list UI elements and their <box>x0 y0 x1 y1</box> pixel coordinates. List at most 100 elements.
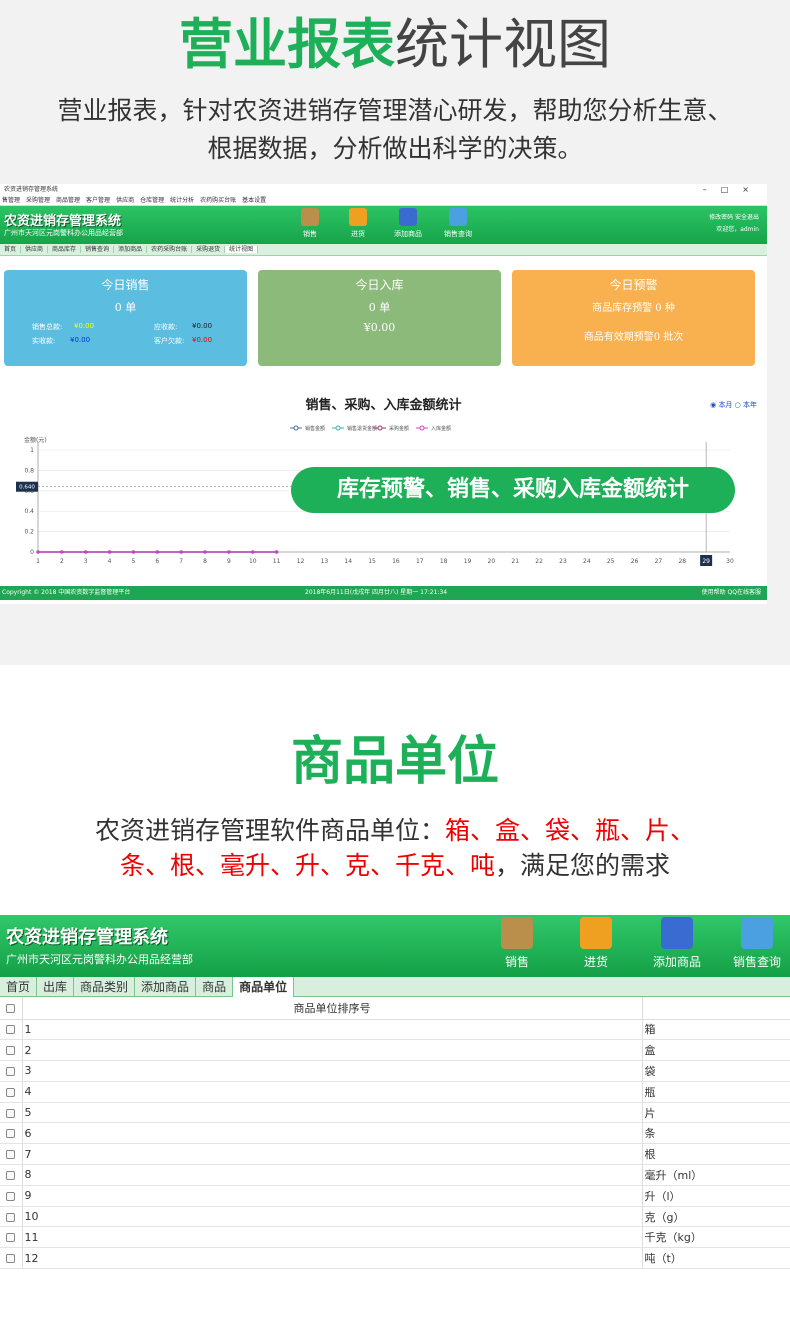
tab[interactable]: 商品单位 <box>233 977 295 997</box>
menu-item[interactable]: 农药购买台账 <box>200 197 236 204</box>
row-checkbox-cell[interactable] <box>0 1019 23 1041</box>
menu-item[interactable]: 客户管理 <box>86 197 110 204</box>
heading-green: 营业报表 <box>179 13 395 76</box>
tab[interactable]: 添加商品 <box>135 977 197 997</box>
tab[interactable]: 采购退货 <box>192 246 226 253</box>
period-year[interactable]: 本年 <box>743 401 757 409</box>
row-checkbox[interactable] <box>6 1233 16 1243</box>
x-tick-label: 3 <box>84 558 88 565</box>
row-checkbox[interactable] <box>6 1212 16 1222</box>
y-tick-label: 0.8 <box>24 467 34 474</box>
app-title: 农资进销存管理系统 <box>4 214 122 229</box>
status-help[interactable]: 使用帮助 QQ在线客服 <box>702 586 761 600</box>
row-checkbox[interactable] <box>6 1191 16 1201</box>
tool2-add-product[interactable]: 添加商品 <box>642 917 712 970</box>
table-row: 7根 <box>0 1143 790 1166</box>
row-checkbox[interactable] <box>6 1170 16 1180</box>
tab[interactable]: 商品库存 <box>48 246 82 253</box>
row-checkbox-cell[interactable] <box>0 1039 23 1062</box>
x-tick-label: 8 <box>203 558 207 565</box>
legend-marker <box>335 425 341 431</box>
units-line-2: 条、根、毫升、升、克、千克、吨，满足您的需求 <box>0 849 790 883</box>
row-checkbox[interactable] <box>6 1150 16 1160</box>
x-tick-label: 19 <box>464 558 472 565</box>
row-checkbox-cell[interactable] <box>0 1226 23 1249</box>
window-controls[interactable]: –□× <box>703 184 763 196</box>
x-tick-label: 2 <box>60 558 64 565</box>
y-axis-label: 金额(元) <box>24 436 47 444</box>
tab[interactable]: 添加商品 <box>114 246 148 253</box>
tab[interactable]: 商品类别 <box>74 977 136 997</box>
data-point <box>275 550 279 554</box>
tool2-sales[interactable]: 销售 <box>482 917 552 970</box>
tab-bar: 首页 供应商 商品库存 销售查询 添加商品 农药采购台账 采购退货 统计视图 <box>0 244 767 256</box>
user-box: 修改密码 安全退出 欢迎您，admin <box>709 212 759 236</box>
tab[interactable]: 销售查询 <box>81 246 115 253</box>
select-all-cell[interactable] <box>0 997 23 1020</box>
menu-item[interactable]: 统计分析 <box>170 197 194 204</box>
card-title: 今日销售 <box>101 278 150 292</box>
x-tick-label: 25 <box>607 558 615 565</box>
period-month[interactable]: 本月 <box>718 401 732 409</box>
legend-marker <box>419 425 425 431</box>
table-row: 3袋 <box>0 1060 790 1082</box>
row-checkbox[interactable] <box>6 1046 16 1056</box>
tab[interactable]: 统计视图 <box>225 246 259 253</box>
report-heading: 营业报表统计视图 <box>0 14 790 76</box>
menu-item[interactable]: 采购管理 <box>26 197 50 204</box>
menu-item[interactable]: 商品管理 <box>56 197 80 204</box>
row-unit-name: 箱 <box>642 1019 790 1041</box>
menu-item[interactable]: 售管理 <box>2 197 20 204</box>
row-checkbox-cell[interactable] <box>0 1164 23 1186</box>
row-checkbox-cell[interactable] <box>0 1060 23 1082</box>
row-checkbox[interactable] <box>6 1025 16 1035</box>
table-row: 9 升（l） <box>0 1185 790 1207</box>
row-checkbox-cell[interactable] <box>0 1247 23 1270</box>
tab[interactable]: 出库 <box>37 977 75 997</box>
status-datetime: 2018年6月11日(戊戌年 四月廿八) 星期一 17:21:34 <box>305 589 448 596</box>
user-links[interactable]: 修改密码 安全退出 <box>709 212 759 224</box>
tab[interactable]: 首页 <box>0 977 38 997</box>
select-all-checkbox[interactable] <box>6 1003 16 1013</box>
menu-item[interactable]: 仓库管理 <box>140 197 164 204</box>
tool2-purchase[interactable]: 进货 <box>561 917 631 970</box>
receivable-label: 应收款: <box>154 323 178 331</box>
units-table: 商品单位排序号 1 箱 2 盒 3 袋 4 瓶 5 片 6 条 7 根 8 毫升（ml） 9 升（l） 10 克（g）… <box>0 997 790 1270</box>
column-header-sort[interactable]: 商品单位排序号 <box>22 997 643 1020</box>
tool-label: 添加商品 <box>394 230 422 238</box>
x-tick-label: 24 <box>583 558 591 565</box>
row-checkbox-cell[interactable] <box>0 1185 23 1207</box>
status-copyright: Copyright © 2018 中国农资数字监督管理平台 <box>2 589 131 596</box>
app2-title: 农资进销存管理系统 <box>6 927 168 948</box>
row-checkbox[interactable] <box>6 1066 16 1076</box>
row-checkbox-cell[interactable] <box>0 1102 23 1124</box>
row-checkbox-cell[interactable] <box>0 1081 23 1103</box>
tab[interactable]: 农药采购台账 <box>147 246 193 253</box>
tool-add-product[interactable]: 添加商品 <box>383 208 433 239</box>
menu-item[interactable]: 供应商 <box>116 197 134 204</box>
tab[interactable]: 商品 <box>196 977 234 997</box>
menu-item[interactable]: 基本设置 <box>242 197 266 204</box>
tool-sales[interactable]: 销售 <box>285 208 335 239</box>
row-checkbox-cell[interactable] <box>0 1143 23 1166</box>
row-checkbox-cell[interactable] <box>0 1122 23 1145</box>
app2-company: 广州市天河区元岗警科办公用品经营部 <box>6 953 193 966</box>
tool-sales-query[interactable]: 销售查询 <box>433 208 483 239</box>
units-line-1: 农资进销存管理软件商品单位：箱、盒、袋、瓶、片、 <box>0 814 790 848</box>
row-checkbox[interactable] <box>6 1108 16 1118</box>
tool-label: 销售查询 <box>444 230 472 238</box>
row-checkbox[interactable] <box>6 1129 16 1139</box>
tab[interactable]: 首页 <box>0 246 22 253</box>
period-switch[interactable]: ◉ 本月 ○ 本年 <box>710 400 757 410</box>
received-label: 实收款: <box>32 337 56 345</box>
crosshair-x-label: 29 <box>702 558 710 565</box>
tool2-sales-query[interactable]: 销售查询 <box>722 917 790 970</box>
legend-label: 入库金额 <box>431 425 451 432</box>
chart-title: 销售、采购、入库金额统计 <box>305 398 462 413</box>
cash-register-icon <box>501 917 533 949</box>
tool-purchase[interactable]: 进货 <box>333 208 383 239</box>
row-checkbox[interactable] <box>6 1087 16 1097</box>
row-checkbox[interactable] <box>6 1254 16 1264</box>
row-checkbox-cell[interactable] <box>0 1206 23 1228</box>
tab[interactable]: 供应商 <box>21 246 49 253</box>
